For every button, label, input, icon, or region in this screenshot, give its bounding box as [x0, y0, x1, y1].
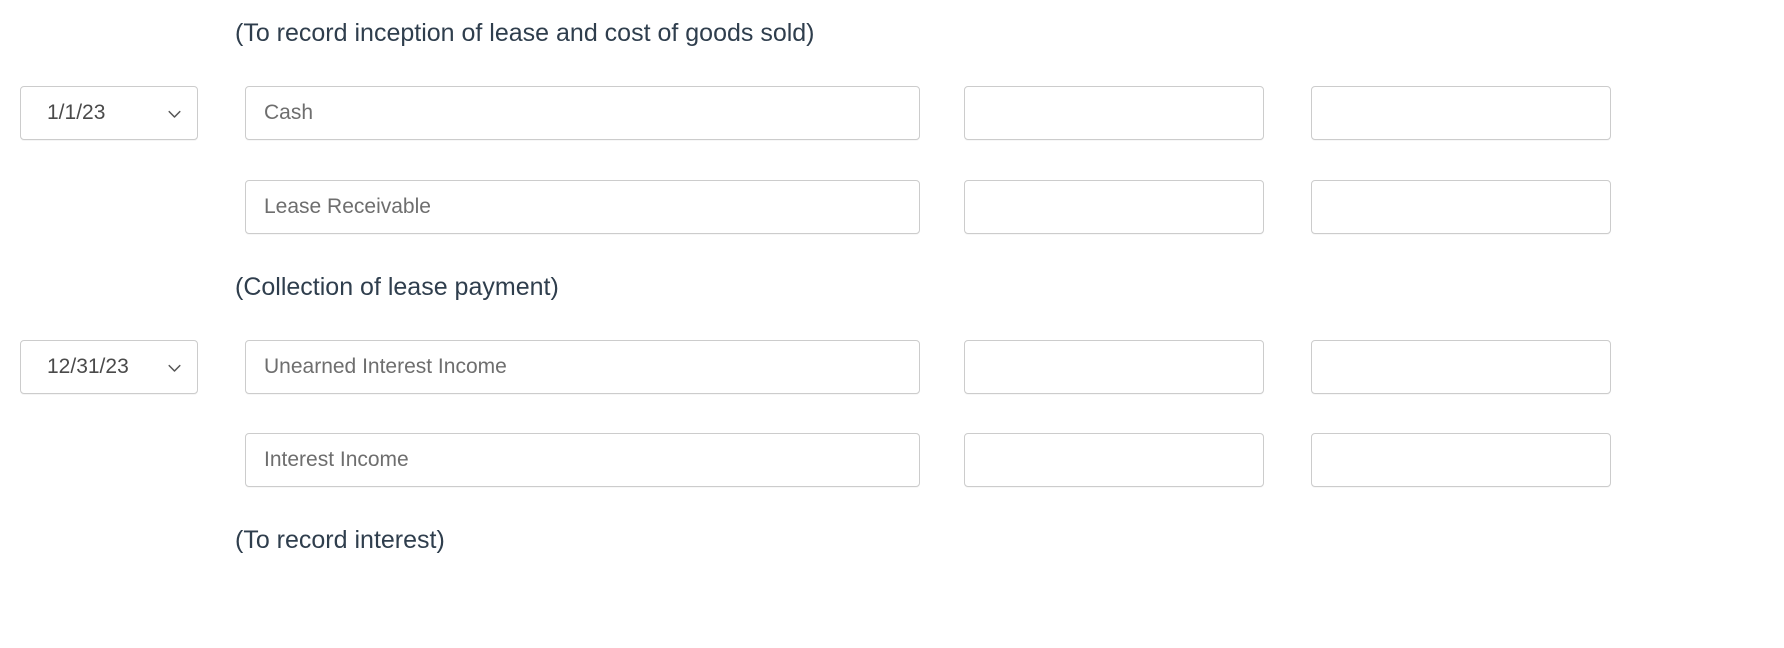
debit-amount-input[interactable] — [964, 180, 1264, 234]
debit-amount-input[interactable] — [964, 86, 1264, 140]
credit-amount-input[interactable] — [1311, 340, 1611, 394]
date-select-cell: 1/1/23 — [20, 86, 198, 140]
date-select[interactable]: 12/31/23 — [20, 340, 198, 394]
debit-amount-input[interactable] — [964, 340, 1264, 394]
account-name-input[interactable]: Lease Receivable — [245, 180, 920, 234]
account-name-input[interactable]: Unearned Interest Income — [245, 340, 920, 394]
date-select-value: 1/1/23 — [47, 101, 106, 124]
date-select[interactable]: 1/1/23 — [20, 86, 198, 140]
chevron-down-icon — [168, 362, 181, 375]
debit-amount-input[interactable] — [964, 433, 1264, 487]
credit-amount-input[interactable] — [1311, 180, 1611, 234]
date-select-cell: 12/31/23 — [20, 340, 198, 394]
credit-amount-input[interactable] — [1311, 433, 1611, 487]
chevron-down-icon — [168, 108, 181, 121]
account-name-input[interactable]: Interest Income — [245, 433, 920, 487]
entry-caption: (Collection of lease payment) — [235, 273, 559, 301]
entry-caption: (To record interest) — [235, 526, 445, 554]
entry-caption: (To record inception of lease and cost o… — [235, 19, 815, 47]
account-name-input[interactable]: Cash — [245, 86, 920, 140]
date-select-value: 12/31/23 — [47, 355, 129, 378]
journal-entry-form: (To record inception of lease and cost o… — [0, 0, 1784, 648]
credit-amount-input[interactable] — [1311, 86, 1611, 140]
